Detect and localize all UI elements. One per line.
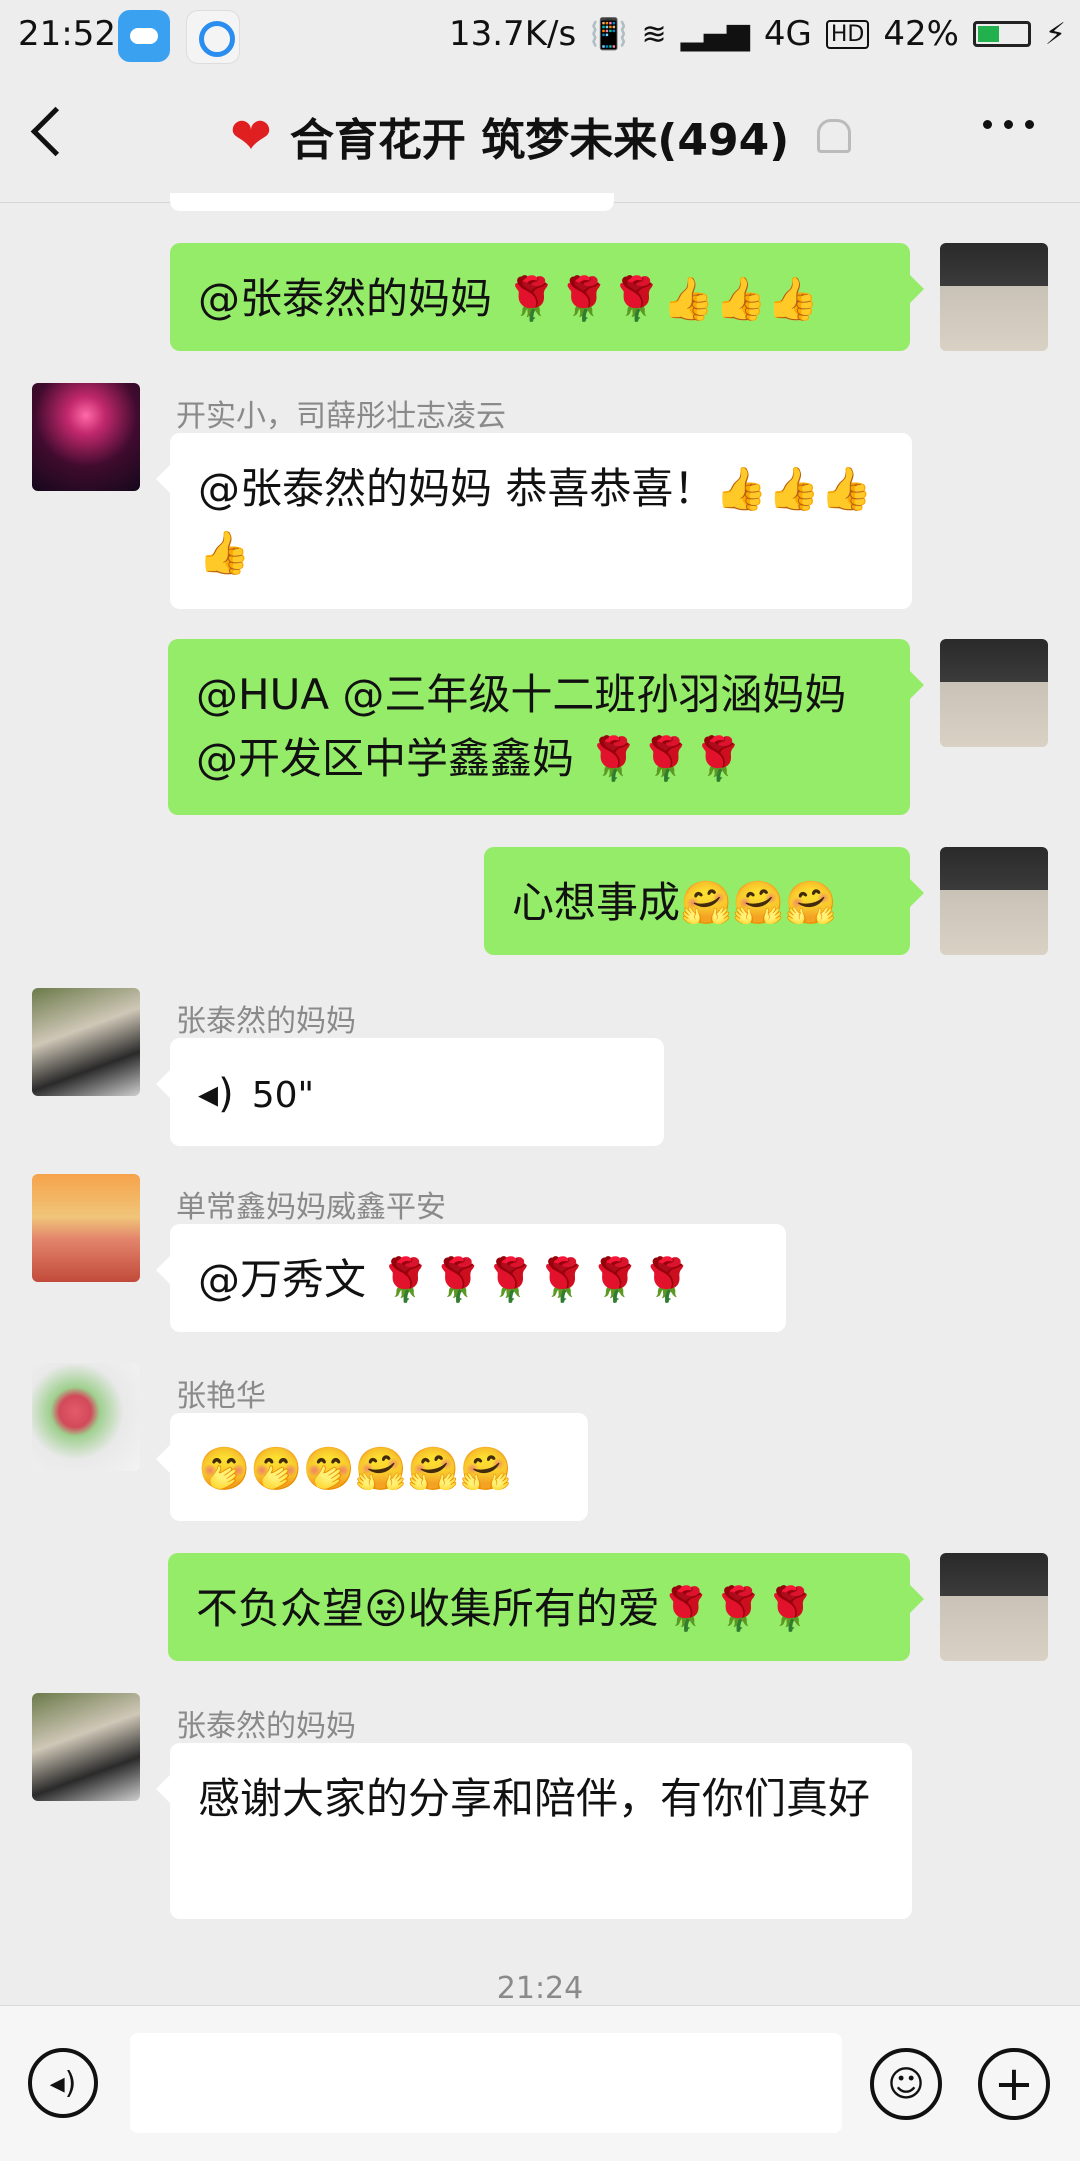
message-bubble[interactable]: @张泰然的妈妈 🌹🌹🌹👍👍👍	[170, 243, 924, 351]
charging-icon: ⚡	[1044, 16, 1066, 52]
signal-icon: ▂▄▆	[680, 16, 750, 52]
vibrate-icon: 📳	[590, 16, 628, 52]
status-bar: 21:52 13.7K/s 📳 ≋ ▂▄▆ 4G HD 42% ⚡	[0, 0, 1080, 72]
voice-icon[interactable]: ◂)	[28, 2048, 98, 2118]
message-bubble[interactable]: 🤭🤭🤭🤗🤗🤗	[156, 1413, 588, 1521]
mute-bell-icon	[817, 119, 852, 153]
my-avatar[interactable]	[940, 847, 1048, 955]
sender-avatar[interactable]	[32, 1693, 140, 1801]
my-avatar[interactable]	[940, 243, 1048, 351]
previous-message-bubble[interactable]	[170, 193, 614, 211]
sender-avatar[interactable]	[32, 1174, 140, 1282]
chat-title[interactable]: 合育花开 筑梦未来(494)	[290, 104, 789, 168]
sender-nickname: 单常鑫妈妈威鑫平安	[176, 1190, 446, 1225]
sender-nickname: 张艳华	[176, 1379, 266, 1414]
battery-icon	[972, 21, 1031, 47]
heart-icon: ❤	[230, 107, 272, 165]
message-bubble[interactable]: @HUA @三年级十二班孙羽涵妈妈 @开发区中学鑫鑫妈 🌹🌹🌹	[168, 639, 924, 815]
more-options-icon[interactable]	[983, 120, 1034, 129]
sender-nickname: 张泰然的妈妈	[176, 1709, 356, 1744]
status-time: 21:52	[18, 14, 116, 54]
battery-percent: 42%	[883, 14, 959, 54]
message-bubble[interactable]: @张泰然的妈妈 恭喜恭喜！👍👍👍👍	[156, 433, 912, 609]
message-bubble[interactable]: 不负众望😜收集所有的爱🌹🌹🌹	[168, 1553, 924, 1661]
message-input[interactable]	[130, 2033, 842, 2133]
sender-nickname: 开实小，司薛彤壮志凌云	[176, 399, 506, 434]
sender-avatar[interactable]	[32, 383, 140, 491]
message-bubble[interactable]: @万秀文 🌹🌹🌹🌹🌹🌹	[156, 1224, 786, 1332]
hd-badge: HD	[825, 19, 870, 49]
emoji-icon[interactable]: ☺	[870, 2048, 942, 2120]
message-list[interactable]: @张泰然的妈妈 🌹🌹🌹👍👍👍 开实小，司薛彤壮志凌云 @张泰然的妈妈 恭喜恭喜！…	[0, 193, 1080, 2006]
my-avatar[interactable]	[940, 1553, 1048, 1661]
chat-header: ❤ 合育花开 筑梦未来(494)	[0, 72, 1080, 203]
message-bubble[interactable]: 感谢大家的分享和陪伴，有你们真好	[156, 1743, 912, 1919]
sender-avatar[interactable]	[32, 1363, 140, 1471]
voice-wave-icon: ◂)	[198, 1071, 234, 1117]
sender-avatar[interactable]	[32, 988, 140, 1096]
message-timestamp: 21:24	[496, 1971, 584, 2006]
wifi-icon: ≋	[641, 16, 667, 52]
message-bubble[interactable]: 心想事成🤗🤗🤗	[484, 847, 924, 955]
network-speed: 13.7K/s	[448, 14, 577, 54]
sender-nickname: 张泰然的妈妈	[176, 1004, 356, 1039]
browser-app-icon	[186, 10, 240, 64]
voice-message-bubble[interactable]: ◂) 50"	[156, 1038, 664, 1146]
network-type: 4G	[763, 14, 812, 54]
back-icon[interactable]	[30, 106, 81, 157]
my-avatar[interactable]	[940, 639, 1048, 747]
voice-duration: 50"	[251, 1075, 315, 1116]
input-bar: ◂) ☺ +	[0, 2005, 1080, 2161]
plus-icon[interactable]: +	[978, 2048, 1050, 2120]
weather-app-icon	[118, 10, 170, 62]
